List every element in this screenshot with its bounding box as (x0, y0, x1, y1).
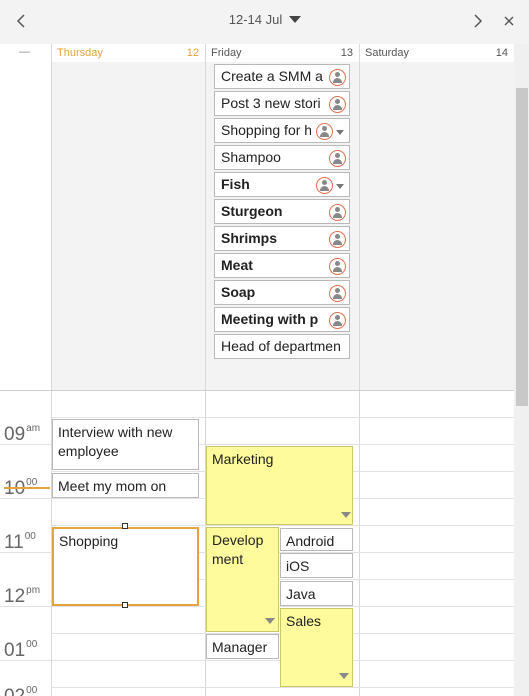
task-label: Soap (221, 284, 256, 300)
chevron-right-icon (474, 14, 483, 28)
hour-label: 12pm (4, 585, 50, 608)
allday-task[interactable]: Shrimps (214, 226, 350, 251)
allday-task[interactable]: Shampoo (214, 145, 350, 170)
chevron-down-icon[interactable] (336, 130, 344, 135)
day-header-friday[interactable]: Friday 13 (205, 44, 359, 62)
hour-suffix: 00 (26, 685, 38, 696)
allday-task[interactable]: Soap (214, 280, 350, 305)
event-title: Sales (286, 613, 322, 629)
task-label: Create a SMM a (221, 68, 323, 84)
chevron-down-icon (289, 16, 302, 23)
event-interview[interactable]: Interview with new employee (52, 419, 199, 470)
grid-line (0, 660, 514, 661)
person-icon[interactable] (329, 258, 346, 275)
chevron-left-icon (16, 14, 25, 28)
day-name: Thursday (57, 47, 103, 59)
hour-label: 1000 (4, 477, 50, 500)
person-icon[interactable] (329, 96, 346, 113)
event-meet-mom[interactable]: Meet my mom on (52, 473, 199, 498)
task-label: Shopping for h (221, 122, 311, 138)
day-header-thursday[interactable]: Thursday 12 (51, 44, 205, 62)
allday-task[interactable]: Sturgeon (214, 199, 350, 224)
hour-number: 11 (4, 532, 24, 553)
event-development[interactable]: Development (206, 527, 279, 632)
date-range-label: 12-14 Jul (228, 12, 283, 27)
event-sales[interactable]: Sales (280, 608, 353, 687)
next-week-button[interactable] (467, 10, 489, 32)
allday-task[interactable]: Fish (214, 172, 350, 197)
person-icon[interactable] (329, 204, 346, 221)
allday-task[interactable]: Create a SMM a (214, 64, 350, 89)
hour-number: 01 (4, 640, 26, 661)
task-label: Fish (221, 176, 250, 192)
task-label: Shrimps (221, 230, 278, 246)
event-manager[interactable]: Manager (206, 634, 279, 659)
close-icon (504, 16, 514, 26)
hour-label: 09am (4, 423, 50, 446)
hour-label: 0100 (4, 639, 50, 662)
prev-week-button[interactable] (10, 10, 32, 32)
current-time-indicator (4, 487, 50, 489)
allday-collapse-toggle[interactable]: — (19, 46, 30, 58)
resize-handle-bottom[interactable] (122, 602, 128, 608)
hour-suffix: 00 (24, 531, 36, 542)
allday-task[interactable]: Post 3 new stori (214, 91, 350, 116)
chevron-down-icon[interactable] (336, 184, 344, 189)
day-header-saturday[interactable]: Saturday 14 (359, 44, 514, 62)
allday-separator (0, 390, 514, 391)
task-label: Post 3 new stori (221, 95, 321, 111)
resize-handle-top[interactable] (122, 523, 128, 529)
task-label: Shampoo (221, 149, 281, 165)
event-title: Marketing (212, 451, 274, 467)
person-icon[interactable] (329, 312, 346, 329)
day-number: 14 (495, 47, 508, 59)
person-icon[interactable] (316, 177, 333, 194)
task-label: Meeting with p (221, 311, 319, 327)
scrollbar-thumb[interactable] (516, 88, 528, 406)
hour-suffix: pm (26, 585, 41, 596)
allday-task[interactable]: Head of departmen (214, 334, 350, 359)
task-label: Head of departmen (221, 338, 341, 354)
chevron-down-icon[interactable] (339, 673, 349, 679)
task-label: Meat (221, 257, 253, 273)
day-name: Friday (211, 47, 242, 59)
grid-line (51, 417, 514, 418)
person-icon[interactable] (329, 150, 346, 167)
date-range-selector[interactable]: 12-14 Jul (200, 12, 330, 27)
event-marketing[interactable]: Marketing (206, 446, 353, 525)
grid-line (51, 525, 514, 526)
task-label: Sturgeon (221, 203, 283, 219)
hour-number: 12 (4, 586, 26, 607)
event-android[interactable]: Android (280, 528, 353, 551)
person-icon[interactable] (329, 69, 346, 86)
hour-suffix: 00 (26, 639, 38, 650)
day-number: 12 (186, 47, 199, 59)
day-number: 13 (340, 47, 353, 59)
hour-number: 09 (4, 424, 26, 445)
close-button[interactable] (498, 10, 520, 32)
hour-label: 1100 (4, 531, 50, 554)
person-icon[interactable] (329, 285, 346, 302)
event-title: Development (212, 532, 264, 567)
day-name: Saturday (365, 47, 410, 59)
column-divider (359, 44, 360, 696)
person-icon[interactable] (329, 231, 346, 248)
hour-label: 0200 (4, 685, 50, 696)
chevron-down-icon[interactable] (265, 618, 275, 624)
allday-task[interactable]: Meat (214, 253, 350, 278)
grid-line (51, 687, 514, 688)
event-ios[interactable]: iOS (280, 553, 353, 578)
person-icon[interactable] (316, 123, 333, 140)
allday-task[interactable]: Shopping for h (214, 118, 350, 143)
hour-suffix: am (26, 423, 41, 434)
event-java[interactable]: Java (280, 581, 353, 606)
chevron-down-icon[interactable] (341, 512, 351, 518)
hour-number: 02 (4, 686, 25, 696)
allday-task[interactable]: Meeting with p (214, 307, 350, 332)
event-shopping[interactable]: Shopping (52, 527, 199, 606)
